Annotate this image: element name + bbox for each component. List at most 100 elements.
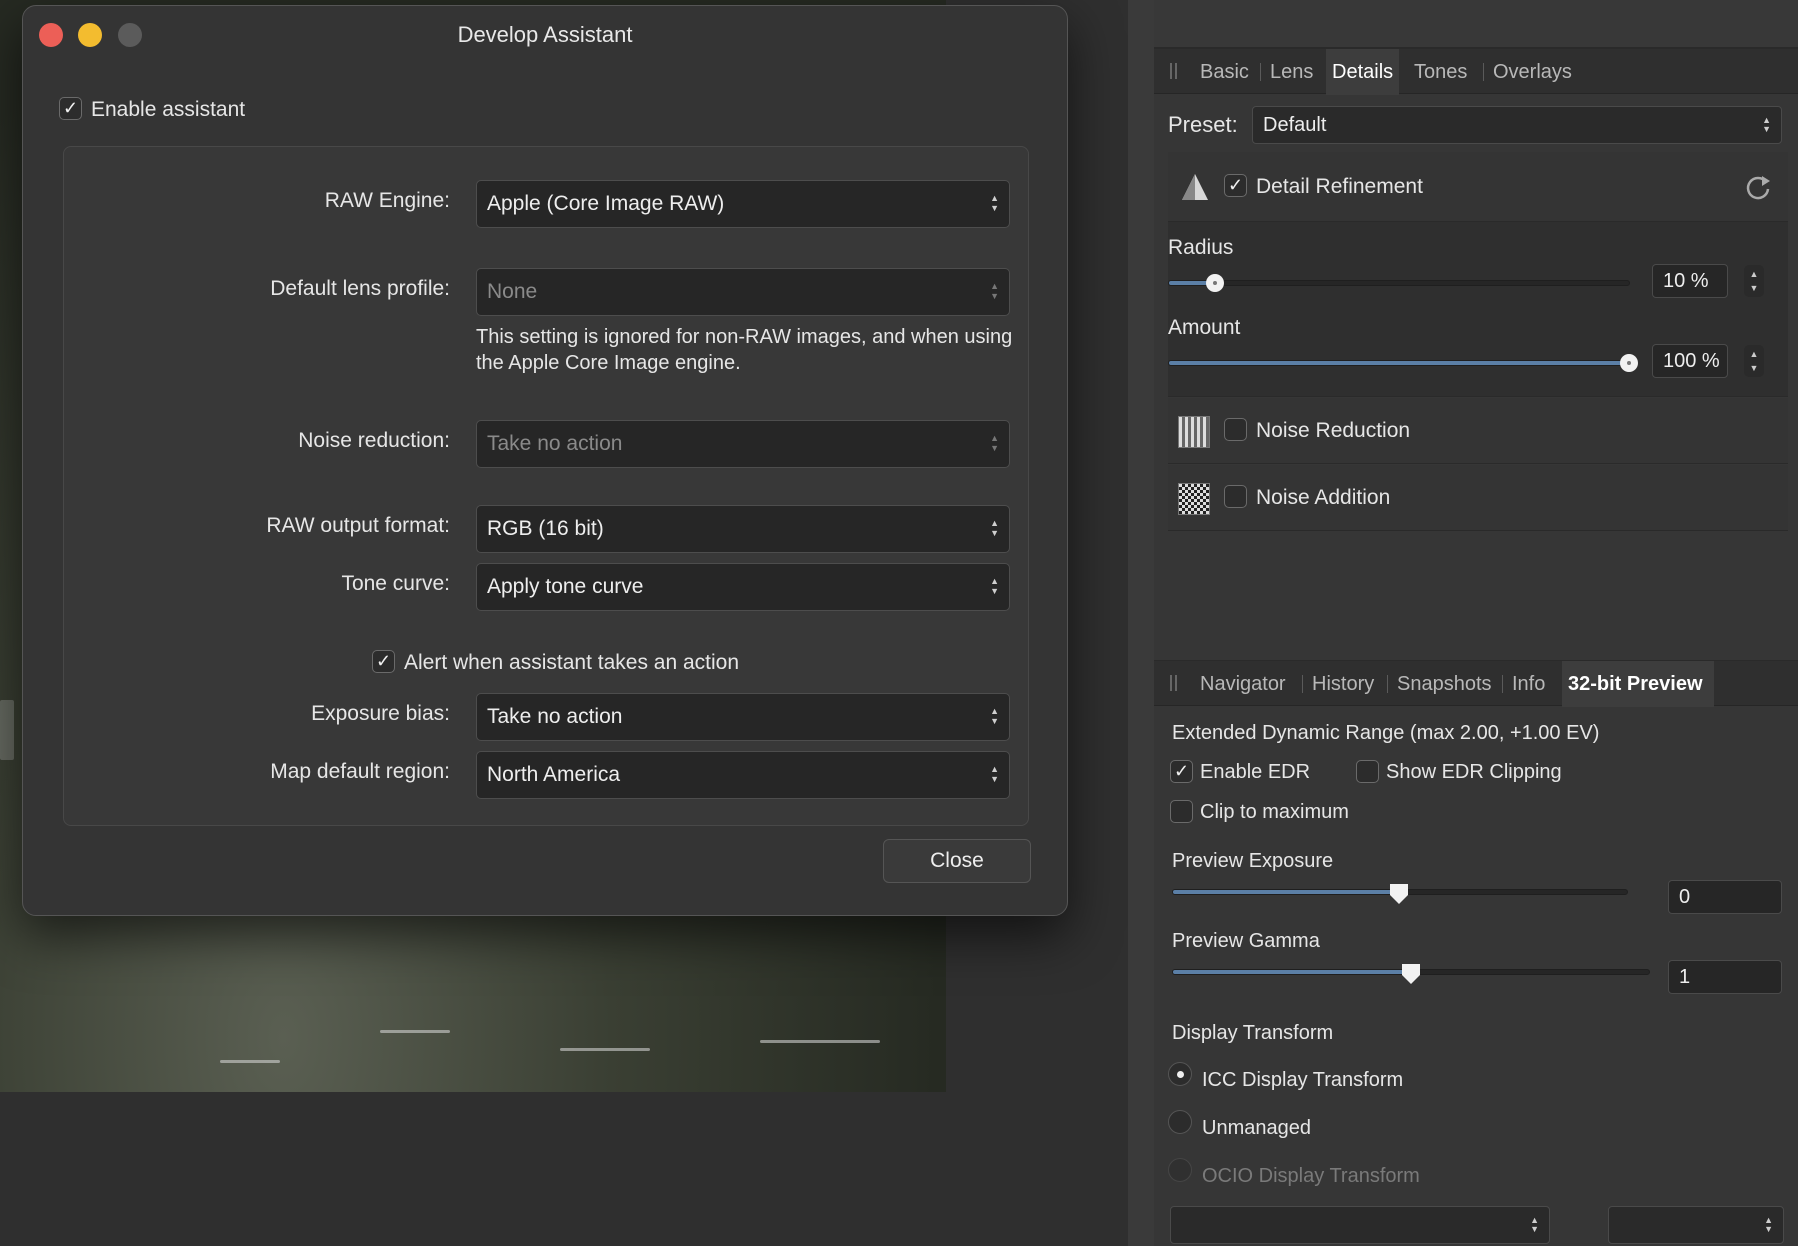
tab-separator	[1502, 675, 1503, 693]
tone-curve-select[interactable]: Apply tone curve ▲ ▼	[476, 563, 1010, 611]
noise-reduction-icon	[1178, 416, 1210, 448]
tab-details[interactable]: Details	[1326, 49, 1400, 95]
output-format-select[interactable]: RGB (16 bit) ▲ ▼	[476, 505, 1010, 553]
radius-label: Radius	[1168, 236, 1234, 259]
preview-exposure-slider[interactable]	[1172, 884, 1628, 904]
preview-exposure-fill	[1173, 890, 1400, 894]
display-transform-label: Display Transform	[1172, 1022, 1334, 1044]
minimize-window-button[interactable]	[78, 23, 102, 47]
tab-lens[interactable]: Lens	[1264, 49, 1319, 95]
preset-select[interactable]: Default ▲ ▼	[1252, 106, 1782, 144]
develop-tab-bar: Basic Lens Details Tones Overlays	[1154, 48, 1798, 95]
tone-curve-value: Apply tone curve	[487, 575, 644, 598]
canvas-background	[0, 1092, 1128, 1246]
detail-refinement-checkbox[interactable]: ✓	[1224, 174, 1247, 197]
preset-label: Preset:	[1168, 112, 1238, 137]
tab-overlays[interactable]: Overlays	[1487, 49, 1578, 95]
exposure-bias-select[interactable]: Take no action ▲ ▼	[476, 693, 1010, 741]
edr-info-text: Extended Dynamic Range (max 2.00, +1.00 …	[1172, 722, 1600, 744]
noise-reduction-row: Noise Reduction	[1168, 398, 1788, 464]
show-clipping-checkbox[interactable]	[1356, 760, 1379, 783]
preset-value: Default	[1263, 114, 1327, 136]
tab-separator	[1387, 675, 1388, 693]
unmanaged-label: Unmanaged	[1202, 1117, 1311, 1139]
alert-checkbox[interactable]: ✓	[372, 650, 395, 673]
ocio-view-select[interactable]: ▲ ▼	[1608, 1206, 1784, 1244]
detail-refinement-controls: Radius 10 % ▲ ▼ Amount 100 % ▲ ▼	[1168, 222, 1788, 397]
tab-basic[interactable]: Basic	[1194, 49, 1255, 95]
ocio-config-select[interactable]: ▲ ▼	[1170, 1206, 1550, 1244]
preview-gamma-field[interactable]: 1	[1668, 960, 1782, 994]
alert-label: Alert when assistant takes an action	[404, 651, 740, 674]
radius-value-field[interactable]: 10 %	[1652, 264, 1728, 298]
ocio-label: OCIO Display Transform	[1202, 1165, 1420, 1187]
lens-profile-note: This setting is ignored for non-RAW imag…	[476, 326, 1013, 374]
grip-icon[interactable]	[1170, 63, 1177, 79]
amount-slider-knob[interactable]	[1620, 354, 1638, 372]
preview-gamma-knob[interactable]	[1402, 964, 1420, 984]
radius-stepper[interactable]: ▲ ▼	[1744, 265, 1764, 297]
amount-value-field[interactable]: 100 %	[1652, 344, 1728, 378]
map-region-select[interactable]: North America ▲ ▼	[476, 751, 1010, 799]
tab-tones[interactable]: Tones	[1408, 49, 1473, 95]
ocio-radio[interactable]	[1168, 1158, 1192, 1182]
noise-addition-row: Noise Addition	[1168, 465, 1788, 531]
icc-radio[interactable]	[1168, 1062, 1192, 1086]
preview-gamma-fill	[1173, 970, 1411, 974]
amount-stepper[interactable]: ▲ ▼	[1744, 345, 1764, 377]
tone-curve-label: Tone curve:	[341, 572, 450, 595]
clip-max-checkbox[interactable]	[1170, 800, 1193, 823]
photo-highlight	[220, 1060, 280, 1063]
detail-refinement-header: ✓ Detail Refinement	[1168, 152, 1788, 222]
tab-snapshots[interactable]: Snapshots	[1391, 661, 1498, 707]
grip-icon[interactable]	[1170, 675, 1177, 691]
raw-engine-value: Apple (Core Image RAW)	[487, 192, 725, 215]
noise-reduction-value: Take no action	[487, 432, 623, 455]
photo-highlight	[760, 1040, 880, 1043]
photo-highlight	[380, 1030, 450, 1033]
updown-arrows-icon: ▲ ▼	[1530, 1215, 1539, 1234]
noise-addition-label: Noise Addition	[1256, 486, 1391, 509]
develop-assistant-dialog: Develop Assistant ✓ Enable assistant RAW…	[22, 5, 1068, 916]
photo-highlight	[560, 1048, 650, 1051]
noise-reduction-select[interactable]: Take no action ▲ ▼	[476, 420, 1010, 468]
tab-32bit-preview[interactable]: 32-bit Preview	[1562, 661, 1714, 707]
radius-slider[interactable]	[1168, 274, 1630, 292]
unmanaged-radio[interactable]	[1168, 1110, 1192, 1134]
panel-header	[1154, 0, 1798, 48]
preview-gamma-slider[interactable]	[1172, 964, 1650, 984]
enable-assistant-label: Enable assistant	[91, 98, 246, 121]
studio-panel: Basic Lens Details Tones Overlays Preset…	[1154, 0, 1798, 1246]
lens-profile-select[interactable]: None ▲ ▼	[476, 268, 1010, 316]
zoom-window-button[interactable]	[118, 23, 142, 47]
noise-addition-checkbox[interactable]	[1224, 485, 1247, 508]
updown-arrows-icon: ▲ ▼	[990, 576, 999, 596]
assistant-settings-group: RAW Engine: Apple (Core Image RAW) ▲ ▼ De…	[63, 146, 1029, 826]
close-button[interactable]: Close	[883, 839, 1031, 883]
preview-exposure-knob[interactable]	[1390, 884, 1408, 904]
updown-arrows-icon: ▲ ▼	[990, 518, 999, 538]
preview-exposure-label: Preview Exposure	[1172, 850, 1334, 872]
enable-assistant-checkbox[interactable]: ✓	[59, 97, 82, 120]
lens-profile-label: Default lens profile:	[270, 277, 450, 300]
raw-engine-select[interactable]: Apple (Core Image RAW) ▲ ▼	[476, 180, 1010, 228]
tab-info[interactable]: Info	[1506, 661, 1551, 707]
exposure-bias-label: Exposure bias:	[311, 702, 450, 725]
noise-addition-icon	[1178, 483, 1210, 515]
updown-arrows-icon: ▲ ▼	[990, 193, 999, 213]
radius-slider-knob[interactable]	[1206, 274, 1224, 292]
updown-arrows-icon: ▲ ▼	[990, 706, 999, 726]
enable-edr-checkbox[interactable]: ✓	[1170, 760, 1193, 783]
photo-highlight	[0, 700, 14, 760]
amount-slider[interactable]	[1168, 354, 1638, 372]
updown-arrows-icon: ▲ ▼	[1764, 1215, 1773, 1234]
tab-history[interactable]: History	[1306, 661, 1380, 707]
show-clipping-label: Show EDR Clipping	[1386, 761, 1562, 783]
map-region-label: Map default region:	[270, 760, 450, 783]
tab-navigator[interactable]: Navigator	[1194, 661, 1292, 707]
preview-exposure-field[interactable]: 0	[1668, 880, 1782, 914]
noise-reduction-checkbox[interactable]	[1224, 418, 1247, 441]
reset-icon[interactable]	[1744, 173, 1772, 201]
close-window-button[interactable]	[39, 23, 63, 47]
panel-divider	[1128, 0, 1154, 1246]
